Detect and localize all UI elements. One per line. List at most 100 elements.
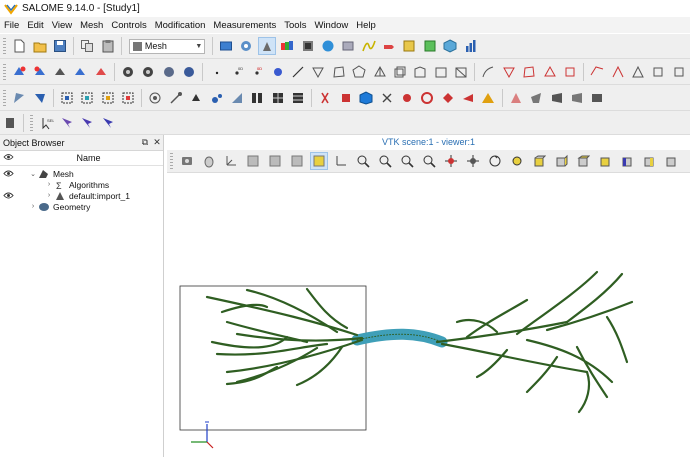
delete-groups-icon[interactable]: [147, 90, 163, 106]
pointer-icon[interactable]: [381, 38, 397, 54]
chevron-down-icon[interactable]: ⌄: [28, 170, 38, 178]
merge-nodes-icon[interactable]: [270, 90, 286, 106]
preview-icon[interactable]: [161, 64, 177, 80]
pan-icon[interactable]: [443, 153, 459, 169]
zoom-icon[interactable]: [355, 153, 371, 169]
bar-chart-icon[interactable]: [463, 38, 479, 54]
scale-icon[interactable]: [229, 90, 245, 106]
extrusion-icon[interactable]: [317, 90, 333, 106]
edit-mesh-icon[interactable]: [52, 64, 68, 80]
name-column-header[interactable]: Name: [14, 153, 163, 163]
menu-mesh[interactable]: Mesh: [76, 20, 107, 31]
quadratic-quadrangle-icon[interactable]: [521, 64, 537, 80]
close-icon[interactable]: ✕: [151, 137, 163, 148]
polygon-icon[interactable]: [351, 64, 367, 80]
hexagonal-prism-icon[interactable]: [433, 64, 449, 80]
edge-icon[interactable]: [290, 64, 306, 80]
toolbar-grip[interactable]: [3, 63, 6, 80]
cube-icon[interactable]: [442, 38, 458, 54]
translation-icon[interactable]: [168, 90, 184, 106]
quadratic-tetra-icon[interactable]: [542, 64, 558, 80]
back-view-icon[interactable]: [553, 153, 569, 169]
split-biquadratic-icon[interactable]: [528, 90, 544, 106]
table-icon[interactable]: [401, 38, 417, 54]
hexa-icon[interactable]: [392, 64, 408, 80]
create-mesh-icon[interactable]: [11, 64, 27, 80]
filter-icon[interactable]: [340, 38, 356, 54]
fit-selection-icon[interactable]: [399, 153, 415, 169]
toolbar-grip[interactable]: [3, 89, 6, 106]
union-triangles-icon[interactable]: [460, 90, 476, 106]
merge-elements-icon[interactable]: [290, 90, 306, 106]
bi-quadratic-quad-icon[interactable]: [650, 64, 666, 80]
pattern-icon[interactable]: [379, 90, 395, 106]
compute-submesh-icon[interactable]: [140, 64, 156, 80]
tree-item-mesh[interactable]: ⌄ Mesh: [0, 168, 163, 179]
interaction-style-icon[interactable]: [201, 153, 217, 169]
compute-icon[interactable]: [120, 64, 136, 80]
quadratic-penta-icon[interactable]: [589, 64, 605, 80]
sew-icon[interactable]: [249, 90, 265, 106]
color-icon[interactable]: [300, 38, 316, 54]
quadratic-triangle-icon[interactable]: [501, 64, 517, 80]
bi-quadratic-icon[interactable]: [630, 64, 646, 80]
polyhedron-icon[interactable]: [453, 64, 469, 80]
chevron-right-icon[interactable]: ›: [44, 192, 54, 199]
export-icon[interactable]: [422, 38, 438, 54]
hide-icon[interactable]: [289, 153, 305, 169]
polygon-select-icon[interactable]: [59, 115, 75, 131]
element-select-icon[interactable]: [100, 115, 116, 131]
quadrangle-icon[interactable]: [331, 64, 347, 80]
right-view-icon[interactable]: [641, 153, 657, 169]
tetra-icon[interactable]: [372, 64, 388, 80]
toolbar-grip[interactable]: [3, 38, 6, 54]
quadratic-hexa-icon[interactable]: [562, 64, 578, 80]
fit-all-icon[interactable]: [333, 153, 349, 169]
cut-group-icon[interactable]: [100, 90, 116, 106]
intersect-group-icon[interactable]: [79, 90, 95, 106]
left-view-icon[interactable]: [619, 153, 635, 169]
select-icon[interactable]: [257, 37, 276, 55]
node-icon[interactable]: [209, 64, 225, 80]
convert-quadratic-icon[interactable]: [569, 90, 585, 106]
smoothing-icon[interactable]: [399, 90, 415, 106]
group-of-underlying-icon[interactable]: [120, 90, 136, 106]
menu-window[interactable]: Window: [310, 20, 352, 31]
chevron-right-icon[interactable]: ›: [28, 203, 38, 210]
fit-area-icon[interactable]: [377, 153, 393, 169]
split-volumes-icon[interactable]: [508, 90, 524, 106]
dump-icon[interactable]: [218, 38, 234, 54]
rotation-point-icon[interactable]: [509, 153, 525, 169]
symmetry-icon[interactable]: [209, 90, 225, 106]
tree-item-geometry[interactable]: › Geometry: [0, 201, 163, 212]
orientation-icon[interactable]: [419, 90, 435, 106]
evaluate-icon[interactable]: [181, 64, 197, 80]
pentahedron-icon[interactable]: [412, 64, 428, 80]
rotate-icon[interactable]: [487, 153, 503, 169]
mesh-view-icon[interactable]: [238, 38, 254, 54]
menu-edit[interactable]: Edit: [23, 20, 47, 31]
add-quadratic-icon[interactable]: [549, 90, 565, 106]
toolbar-grip[interactable]: [30, 114, 34, 131]
group-on-geom-icon[interactable]: [32, 90, 48, 106]
chevron-right-icon[interactable]: ›: [44, 181, 54, 188]
ball-element-icon[interactable]: 0D: [249, 64, 265, 80]
menu-help[interactable]: Help: [352, 20, 380, 31]
cutting-quads-icon[interactable]: [480, 90, 496, 106]
eye-icon[interactable]: [3, 191, 14, 200]
copy-icon[interactable]: [79, 38, 95, 54]
save-icon[interactable]: [52, 38, 68, 54]
ball-icon[interactable]: [270, 64, 286, 80]
open-icon[interactable]: [32, 38, 48, 54]
shading-icon[interactable]: [279, 38, 295, 54]
copy-mesh-icon[interactable]: [93, 64, 109, 80]
quadratic-edge-icon[interactable]: [480, 64, 496, 80]
create-submesh-icon[interactable]: [32, 64, 48, 80]
union-group-icon[interactable]: [59, 90, 75, 106]
trihedron-icon[interactable]: [223, 153, 239, 169]
dump-view-icon[interactable]: [179, 153, 195, 169]
pre-selection-icon[interactable]: [245, 153, 261, 169]
duplicate-nodes-icon[interactable]: [589, 90, 605, 106]
menu-view[interactable]: View: [48, 20, 76, 31]
zero-d-element-icon[interactable]: 0D: [229, 64, 245, 80]
